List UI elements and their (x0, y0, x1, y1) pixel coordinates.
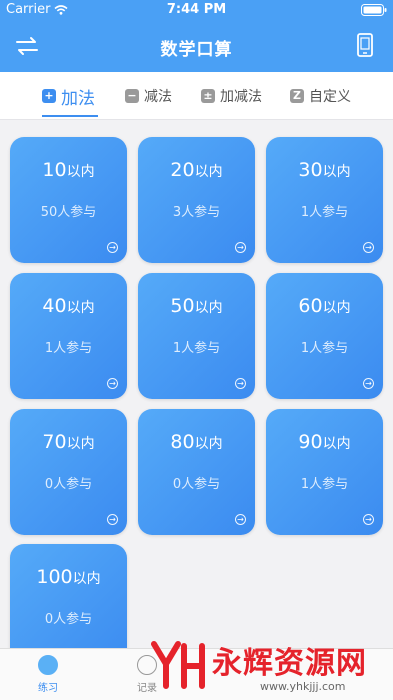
tab-label: 加减法 (220, 89, 262, 105)
arrow-right-icon: → (107, 242, 118, 253)
bottom-tab-practice[interactable]: 练习 (18, 655, 78, 694)
card-title: 30以内 (298, 159, 351, 181)
plus-minus-icon: ± (201, 89, 215, 103)
watermark-url: www.yhkjjj.com (260, 680, 346, 693)
range-card-80[interactable]: 80以内 0人参与 → (138, 409, 255, 535)
card-title: 10以内 (42, 159, 95, 181)
range-card-90[interactable]: 90以内 1人参与 → (266, 409, 383, 535)
participant-count: 0人参与 (172, 477, 221, 492)
arrow-right-icon: → (235, 242, 246, 253)
arrow-right-icon: → (363, 378, 374, 389)
arrow-right-icon: → (235, 378, 246, 389)
participant-count: 0人参与 (44, 477, 93, 492)
card-title: 100以内 (36, 566, 101, 588)
tab-addition[interactable]: + 加法 (42, 72, 95, 120)
card-title: 20以内 (170, 159, 223, 181)
watermark-logo (151, 641, 205, 689)
battery-icon (361, 4, 387, 20)
range-card-20[interactable]: 20以内 3人参与 → (138, 137, 255, 263)
card-title: 70以内 (42, 431, 95, 453)
tab-subtraction[interactable]: − 减法 (125, 72, 172, 120)
minus-icon: − (125, 89, 139, 103)
practice-icon (38, 655, 58, 675)
card-title: 50以内 (170, 295, 223, 317)
device-icon[interactable] (355, 32, 375, 60)
card-title: 90以内 (298, 431, 351, 453)
arrow-right-icon: → (235, 514, 246, 525)
range-grid: 10以内 50人参与 → 20以内 3人参与 → 30以内 1人参与 → 40以… (0, 120, 393, 648)
range-card-40[interactable]: 40以内 1人参与 → (10, 273, 127, 399)
custom-icon: Z (290, 89, 304, 103)
status-time: 7:44 PM (166, 2, 227, 17)
watermark: 永辉资源网 www.yhkjjj.com (150, 636, 393, 700)
nav-bar: 数学口算 (0, 20, 393, 72)
tab-label: 加法 (61, 88, 95, 109)
arrow-right-icon: → (107, 514, 118, 525)
arrow-right-icon: → (107, 378, 118, 389)
tab-label: 减法 (144, 89, 172, 105)
participant-count: 1人参与 (300, 205, 349, 220)
active-tab-indicator (42, 115, 98, 117)
participant-count: 1人参与 (44, 341, 93, 356)
tab-custom[interactable]: Z 自定义 (290, 72, 351, 120)
range-card-60[interactable]: 60以内 1人参与 → (266, 273, 383, 399)
tab-add-subtract[interactable]: ± 加减法 (201, 72, 262, 120)
range-card-100[interactable]: 100以内 0人参与 (10, 544, 127, 648)
participant-count: 3人参与 (172, 205, 221, 220)
arrow-right-icon: → (363, 242, 374, 253)
range-card-70[interactable]: 70以内 0人参与 → (10, 409, 127, 535)
status-bar: Carrier 7:44 PM (0, 0, 393, 20)
tab-bar: + 加法 − 减法 ± 加减法 Z 自定义 (0, 72, 393, 120)
plus-icon: + (42, 89, 56, 103)
participant-count: 50人参与 (40, 205, 97, 220)
card-title: 40以内 (42, 295, 95, 317)
range-card-30[interactable]: 30以内 1人参与 → (266, 137, 383, 263)
arrow-right-icon: → (363, 514, 374, 525)
page-title: 数学口算 (160, 40, 233, 60)
bottom-tab-label: 练习 (38, 683, 58, 694)
range-card-10[interactable]: 10以内 50人参与 → (10, 137, 127, 263)
participant-count: 0人参与 (44, 612, 93, 627)
participant-count: 1人参与 (300, 341, 349, 356)
tab-label: 自定义 (309, 89, 351, 105)
participant-count: 1人参与 (172, 341, 221, 356)
card-title: 80以内 (170, 431, 223, 453)
watermark-text: 永辉资源网 (212, 646, 367, 681)
participant-count: 1人参与 (300, 477, 349, 492)
range-card-50[interactable]: 50以内 1人参与 → (138, 273, 255, 399)
card-title: 60以内 (298, 295, 351, 317)
